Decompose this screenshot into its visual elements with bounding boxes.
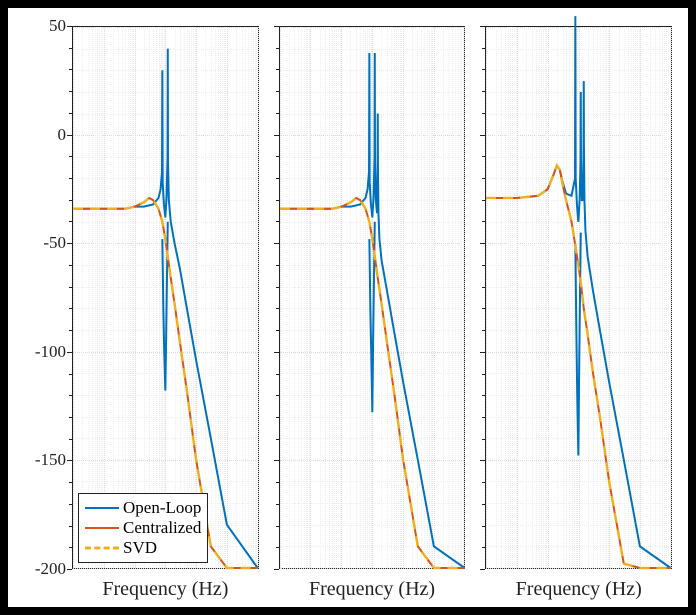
- legend-label: Centralized: [123, 518, 201, 538]
- legend-item: SVD: [85, 538, 201, 558]
- plot-lines: [73, 27, 258, 568]
- x-axis-label-row: Frequency (Hz) Frequency (Hz) Frequency (H…: [8, 581, 688, 601]
- legend-item: Centralized: [85, 518, 201, 538]
- axes: [279, 26, 466, 569]
- legend-label: SVD: [123, 538, 157, 558]
- legend-item: Open-Loop: [85, 498, 201, 518]
- legend-label: Open-Loop: [123, 498, 201, 518]
- y-tick-label: 50: [20, 16, 66, 36]
- plot-lines: [280, 27, 465, 568]
- axes: [72, 26, 259, 569]
- panels-row: -200-150-100-50050Open-LoopCentralizedSV…: [72, 26, 672, 569]
- panel-1: -200-150-100-50050Open-LoopCentralizedSV…: [72, 26, 259, 569]
- legend: Open-LoopCentralizedSVD: [78, 493, 208, 563]
- x-axis-label: Frequency (Hz): [309, 578, 435, 601]
- panel-3: [485, 26, 672, 569]
- y-tick-label: 0: [20, 125, 66, 145]
- x-axis-label: Frequency (Hz): [102, 578, 228, 601]
- y-tick-label: -150: [20, 450, 66, 470]
- figure: Singular Value (dB) -200-150-100-50050Op…: [8, 8, 688, 607]
- plot-lines: [486, 27, 671, 568]
- y-tick-label: -200: [20, 559, 66, 579]
- y-tick-label: -50: [20, 233, 66, 253]
- y-tick-label: -100: [20, 342, 66, 362]
- x-axis-label: Frequency (Hz): [516, 578, 642, 601]
- axes: [485, 26, 672, 569]
- panel-2: [279, 26, 466, 569]
